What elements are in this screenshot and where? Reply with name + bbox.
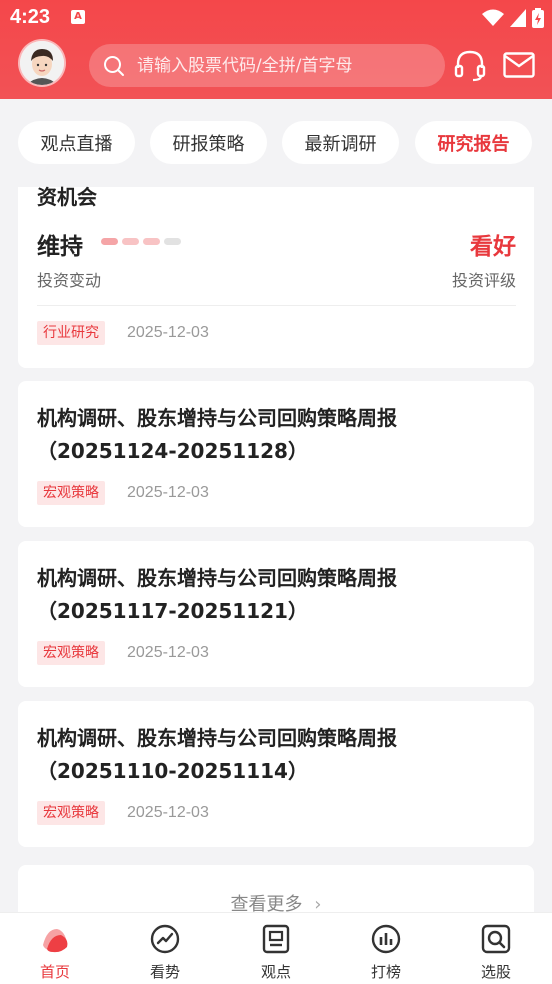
trend-chart-icon — [150, 924, 180, 954]
tab-opinion-live[interactable]: 观点直播 — [18, 121, 135, 164]
rating-segment — [164, 238, 181, 245]
report-title: 机构调研、股东增持与公司回购策略周报（20251117-20251121） — [37, 566, 397, 623]
battery-icon — [532, 8, 544, 28]
status-icons — [482, 8, 544, 28]
nav-label: 打榜 — [370, 963, 401, 981]
wifi-icon — [482, 9, 504, 26]
publish-date: 2025-12-03 — [127, 324, 209, 341]
publish-date: 2025-12-03 — [127, 804, 209, 821]
report-title: 资机会 — [37, 185, 97, 209]
search-icon — [104, 55, 124, 76]
report-card[interactable]: 机构调研、股东增持与公司回购策略周报（20251110-20251114） 宏观… — [18, 701, 534, 847]
nav-label: 首页 — [39, 963, 70, 981]
rating-value: 看好 — [470, 234, 516, 260]
bottom-nav: 首页 看势 观点 打榜 选股 — [0, 912, 552, 984]
rating-segment — [143, 238, 160, 245]
category-tag: 宏观策略 — [37, 641, 105, 665]
avatar[interactable] — [20, 41, 64, 85]
search-bar[interactable] — [89, 44, 445, 87]
bar-chart-icon — [371, 924, 401, 954]
nav-label: 选股 — [480, 963, 511, 981]
category-tabs: 观点直播 研报策略 最新调研 研究报告 — [0, 99, 552, 187]
category-tag: 宏观策略 — [37, 481, 105, 505]
report-card[interactable]: 机构调研、股东增持与公司回购策略周报（20251124-20251128） 宏观… — [18, 381, 534, 527]
nav-ranking[interactable]: 打榜 — [331, 913, 441, 984]
publish-date: 2025-12-03 — [127, 484, 209, 501]
document-icon — [262, 924, 290, 954]
nav-label: 看势 — [149, 963, 180, 981]
app-header: 4:23 A — [0, 0, 552, 99]
app-notification-icon: A — [71, 10, 85, 24]
nav-opinion[interactable]: 观点 — [221, 913, 331, 984]
divider — [37, 305, 516, 306]
search-input[interactable] — [135, 54, 429, 77]
report-title: 机构调研、股东增持与公司回购策略周报（20251110-20251114） — [37, 726, 397, 783]
nav-stock-picker[interactable]: 选股 — [441, 913, 551, 984]
nav-trend[interactable]: 看势 — [110, 913, 220, 984]
status-bar: 4:23 A — [0, 0, 552, 36]
status-time: 4:23 — [10, 6, 51, 28]
tab-research-strategy[interactable]: 研报策略 — [150, 121, 267, 164]
report-title: 机构调研、股东增持与公司回购策略周报（20251124-20251128） — [37, 406, 397, 463]
rating-level-bar — [101, 238, 181, 245]
change-value: 维持 — [37, 234, 83, 260]
category-tag: 行业研究 — [37, 321, 105, 345]
stock-search-icon — [481, 924, 511, 954]
change-caption: 投资变动 — [37, 271, 102, 290]
report-card[interactable]: 资机会 维持 看好 投资变动 投资评级 行业研究 2025-12-03 — [18, 185, 534, 368]
nav-label: 观点 — [260, 963, 291, 981]
tab-latest-survey[interactable]: 最新调研 — [282, 121, 399, 164]
rating-segment — [101, 238, 118, 245]
tab-research-report[interactable]: 研究报告 — [415, 121, 532, 164]
headset-icon[interactable] — [453, 48, 487, 82]
signal-icon — [510, 9, 526, 27]
home-icon — [43, 929, 68, 953]
publish-date: 2025-12-03 — [127, 644, 209, 661]
rating-caption: 投资评级 — [451, 271, 516, 290]
user-avatar-icon — [20, 41, 64, 85]
nav-home[interactable]: 首页 — [0, 913, 110, 984]
category-tag: 宏观策略 — [37, 801, 105, 825]
rating-segment — [122, 238, 139, 245]
report-card[interactable]: 机构调研、股东增持与公司回购策略周报（20251117-20251121） 宏观… — [18, 541, 534, 687]
mail-icon[interactable] — [503, 52, 535, 78]
